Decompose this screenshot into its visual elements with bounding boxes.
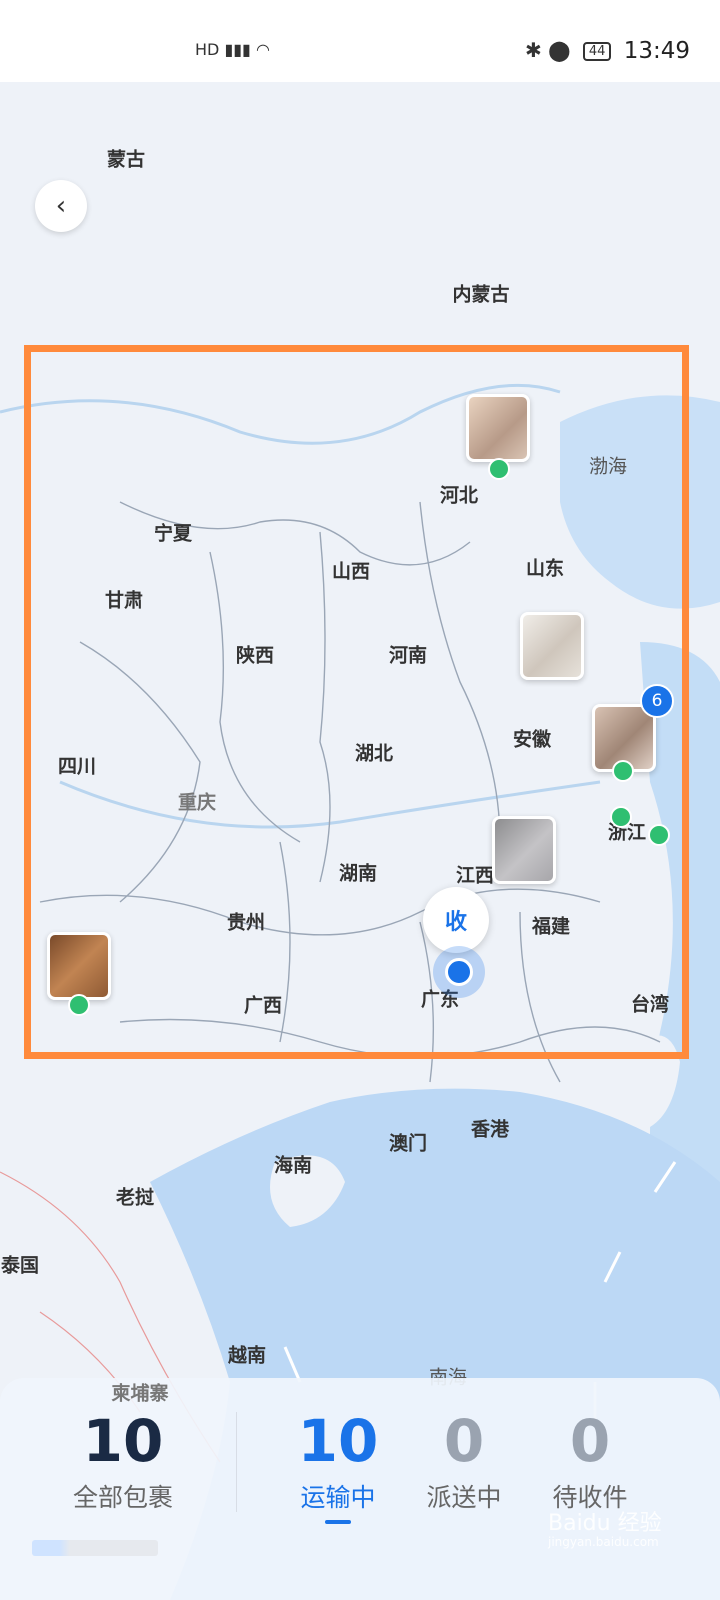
place-label: 河北 — [439, 484, 479, 507]
package-avatar-marker[interactable] — [47, 932, 111, 1000]
stat-in-transit[interactable]: 10 运输中 — [288, 1408, 388, 1524]
stat-label: 运输中 — [300, 1483, 376, 1512]
place-label: 湖北 — [354, 742, 394, 765]
clock: 13:49 — [623, 38, 690, 64]
place-label: 台湾 — [630, 993, 670, 1016]
place-label: 老挝 — [115, 1186, 155, 1209]
divider — [236, 1412, 237, 1512]
current-location-pin — [445, 958, 473, 986]
stat-value: 10 — [297, 1407, 379, 1475]
status-bar: HD ▮▮▮ ◠ ✱ ⬤ 44 13:49 — [0, 0, 720, 82]
stat-value: 0 — [569, 1407, 611, 1475]
package-location-dot[interactable] — [612, 760, 634, 782]
signal-wifi-icon: HD ▮▮▮ ◠ — [195, 40, 270, 59]
chevron-left-icon: ‹ — [55, 191, 67, 221]
place-label: 陕西 — [235, 644, 275, 667]
package-avatar-marker[interactable] — [520, 612, 584, 680]
place-label: 江西 — [455, 864, 495, 887]
active-tab-indicator — [325, 1520, 351, 1524]
watermark-sub: jingyan.baidu.com — [548, 1535, 659, 1549]
location-icon: ⬤ — [548, 38, 571, 62]
stat-all-packages[interactable]: 10 全部包裹 — [48, 1408, 198, 1514]
place-label: 宁夏 — [153, 522, 193, 545]
package-location-dot[interactable] — [648, 824, 670, 846]
cluster-count-badge[interactable]: 6 — [640, 684, 674, 718]
stat-delivering[interactable]: 0 派送中 — [414, 1408, 514, 1514]
place-label: 渤海 — [588, 455, 628, 478]
package-summary-panel: 10 全部包裹 10 运输中 0 派送中 0 待收件 — [0, 1378, 720, 1600]
place-label: 广东 — [420, 988, 460, 1011]
place-label: 安徽 — [512, 728, 552, 751]
place-label: 香港 — [470, 1118, 510, 1141]
package-avatar-marker[interactable] — [492, 816, 556, 884]
receive-marker-button[interactable]: 收 — [423, 887, 489, 953]
stat-label: 全部包裹 — [72, 1483, 173, 1512]
place-label: 蒙古 — [106, 148, 146, 171]
package-location-dot[interactable] — [68, 994, 90, 1016]
stat-value: 10 — [82, 1407, 164, 1475]
watermark-brand: Baidu 经验 — [548, 1511, 662, 1536]
place-label: 澳门 — [388, 1132, 428, 1155]
place-label: 四川 — [57, 755, 97, 778]
stat-value: 0 — [443, 1407, 485, 1475]
place-label: 山东 — [525, 557, 565, 580]
stat-label: 派送中 — [426, 1483, 502, 1512]
package-avatar-marker[interactable] — [466, 394, 530, 462]
place-label: 福建 — [531, 915, 571, 938]
place-label: 山西 — [331, 560, 371, 583]
package-location-dot[interactable] — [488, 458, 510, 480]
watermark: Baidu 经验 jingyan.baidu.com — [548, 1505, 662, 1549]
blurred-text — [32, 1540, 158, 1556]
place-label: 广西 — [243, 994, 283, 1017]
place-label: 河南 — [388, 644, 428, 667]
place-label: 泰国 — [0, 1254, 40, 1277]
stat-to-pickup[interactable]: 0 待收件 — [540, 1408, 640, 1514]
package-location-dot[interactable] — [610, 806, 632, 828]
status-icons: ✱ ⬤ 44 — [525, 38, 612, 62]
place-label: 贵州 — [226, 911, 266, 934]
battery-indicator: 44 — [582, 42, 612, 61]
place-label: 海南 — [273, 1154, 313, 1177]
place-label: 甘肃 — [104, 589, 144, 612]
place-label: 柬埔寨 — [111, 1382, 169, 1405]
bluetooth-icon: ✱ — [525, 38, 542, 62]
place-label: 越南 — [227, 1344, 267, 1367]
place-label: 湖南 — [338, 862, 378, 885]
map-view[interactable]: 蒙古 内蒙古 渤海 河北 宁夏 山西 山东 甘肃 陕西 河南 安徽 四川 湖北 … — [0, 82, 720, 1600]
back-button[interactable]: ‹ — [35, 180, 87, 232]
place-label: 内蒙古 — [452, 283, 510, 306]
place-label: 重庆 — [177, 791, 217, 814]
